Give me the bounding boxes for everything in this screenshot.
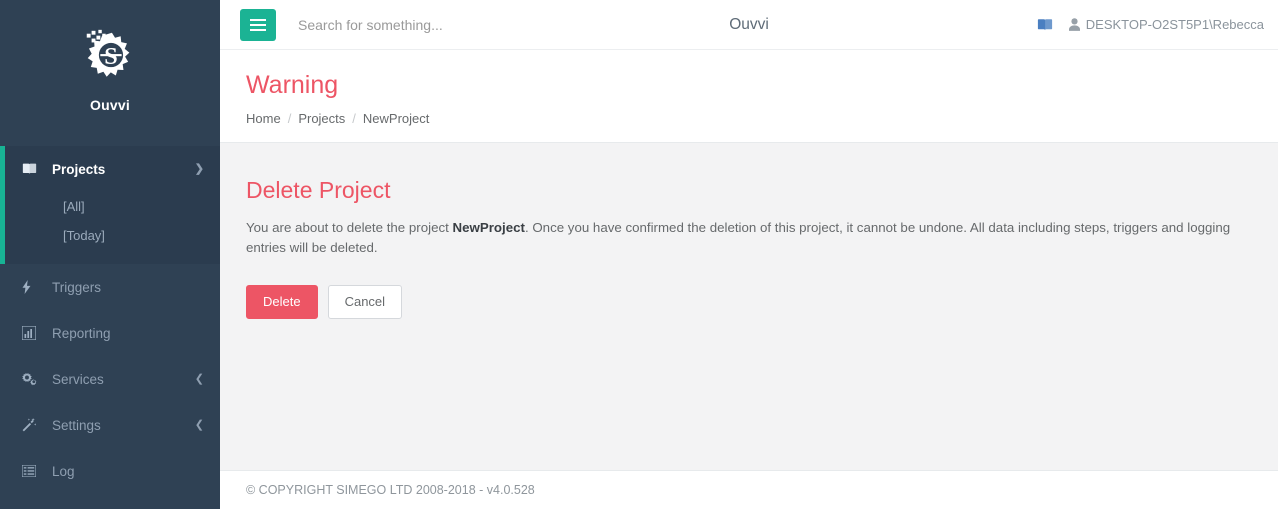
- sidebar-item-label: Log: [52, 463, 75, 479]
- breadcrumb: Home / Projects / NewProject: [246, 111, 1252, 126]
- page-title: Warning: [246, 71, 339, 99]
- sidebar-item-label: Projects: [52, 161, 106, 177]
- sidebar-item-reporting[interactable]: Reporting: [0, 310, 220, 356]
- svg-text:S: S: [104, 43, 117, 70]
- breadcrumb-separator: /: [287, 110, 292, 126]
- app-root: S Ouvvi Projects ❯ [All] [Today] Trigger…: [0, 0, 1278, 509]
- sidebar-item-services[interactable]: Services ❮: [0, 356, 220, 402]
- cancel-button[interactable]: Cancel: [327, 284, 403, 319]
- hamburger-icon[interactable]: [240, 8, 276, 41]
- delete-warning-text: You are about to delete the project NewP…: [246, 218, 1252, 259]
- search-input[interactable]: [298, 16, 618, 33]
- sidebar-item-log[interactable]: Log: [0, 448, 220, 494]
- copyright-text: © COPYRIGHT SIMEGO LTD 2008-2018 - v4.0.…: [246, 483, 535, 497]
- user-menu[interactable]: DESKTOP-O2ST5P1\Rebecca: [1068, 17, 1264, 32]
- book-icon: [22, 162, 44, 176]
- sidebar-nav: Projects ❯ [All] [Today] Triggers Report…: [0, 146, 220, 509]
- breadcrumb-item-projects[interactable]: Projects: [298, 111, 345, 126]
- book-icon[interactable]: [1037, 18, 1053, 32]
- sidebar-item-label: Settings: [52, 417, 101, 433]
- footer: © COPYRIGHT SIMEGO LTD 2008-2018 - v4.0.…: [220, 470, 1278, 509]
- delete-button[interactable]: Delete: [246, 284, 318, 319]
- sidebar-subitem-all[interactable]: [All]: [5, 192, 220, 221]
- sidebar-item-label: Reporting: [52, 325, 111, 341]
- sidebar: S Ouvvi Projects ❯ [All] [Today] Trigger…: [0, 0, 220, 509]
- sidebar-group-projects: Projects ❯ [All] [Today]: [0, 146, 220, 264]
- hamburger-bar: [250, 23, 266, 26]
- chevron-down-icon[interactable]: ❯: [195, 163, 204, 175]
- gears-icon: [22, 372, 44, 386]
- page-header: Warning Home / Projects / NewProject: [220, 50, 1278, 142]
- warning-text-before: You are about to delete the project: [246, 219, 453, 235]
- sidebar-subnav-projects: [All] [Today]: [5, 192, 220, 256]
- chevron-left-icon[interactable]: ❮: [195, 373, 204, 385]
- content-panel: Delete Project You are about to delete t…: [220, 141, 1278, 470]
- sidebar-item-label: Services: [52, 371, 104, 387]
- sidebar-item-projects[interactable]: Projects ❯: [5, 146, 220, 192]
- chart-bar-icon: [22, 326, 44, 340]
- sidebar-item-triggers[interactable]: Triggers: [0, 264, 220, 310]
- bolt-icon: [22, 280, 44, 294]
- main-area: Ouvvi DESKTOP-O2ST5P1\Rebecca: [220, 0, 1278, 509]
- user-icon: [1068, 18, 1080, 31]
- topbar-right: DESKTOP-O2ST5P1\Rebecca: [1037, 17, 1264, 32]
- section-title: Delete Project: [246, 176, 391, 203]
- chevron-left-icon[interactable]: ❮: [195, 419, 204, 431]
- user-name: DESKTOP-O2ST5P1\Rebecca: [1085, 17, 1264, 32]
- project-name: NewProject: [452, 219, 525, 235]
- list-icon: [22, 465, 44, 477]
- hamburger-bar: [250, 28, 266, 31]
- topbar: Ouvvi DESKTOP-O2ST5P1\Rebecca: [220, 0, 1278, 50]
- sidebar-subitem-today[interactable]: [Today]: [5, 221, 220, 250]
- brand-name: Ouvvi: [90, 97, 130, 113]
- sidebar-item-settings[interactable]: Settings ❮: [0, 402, 220, 448]
- hamburger-bar: [250, 18, 266, 21]
- gear-s-logo-icon: S: [79, 25, 141, 87]
- breadcrumb-separator: /: [352, 110, 356, 126]
- breadcrumb-item-home[interactable]: Home: [246, 111, 281, 126]
- brand[interactable]: S Ouvvi: [0, 0, 220, 146]
- breadcrumb-item-current: NewProject: [362, 110, 430, 126]
- action-buttons: Delete Cancel: [246, 284, 1252, 319]
- magic-wand-icon: [22, 418, 44, 432]
- sidebar-item-label: Triggers: [52, 279, 102, 295]
